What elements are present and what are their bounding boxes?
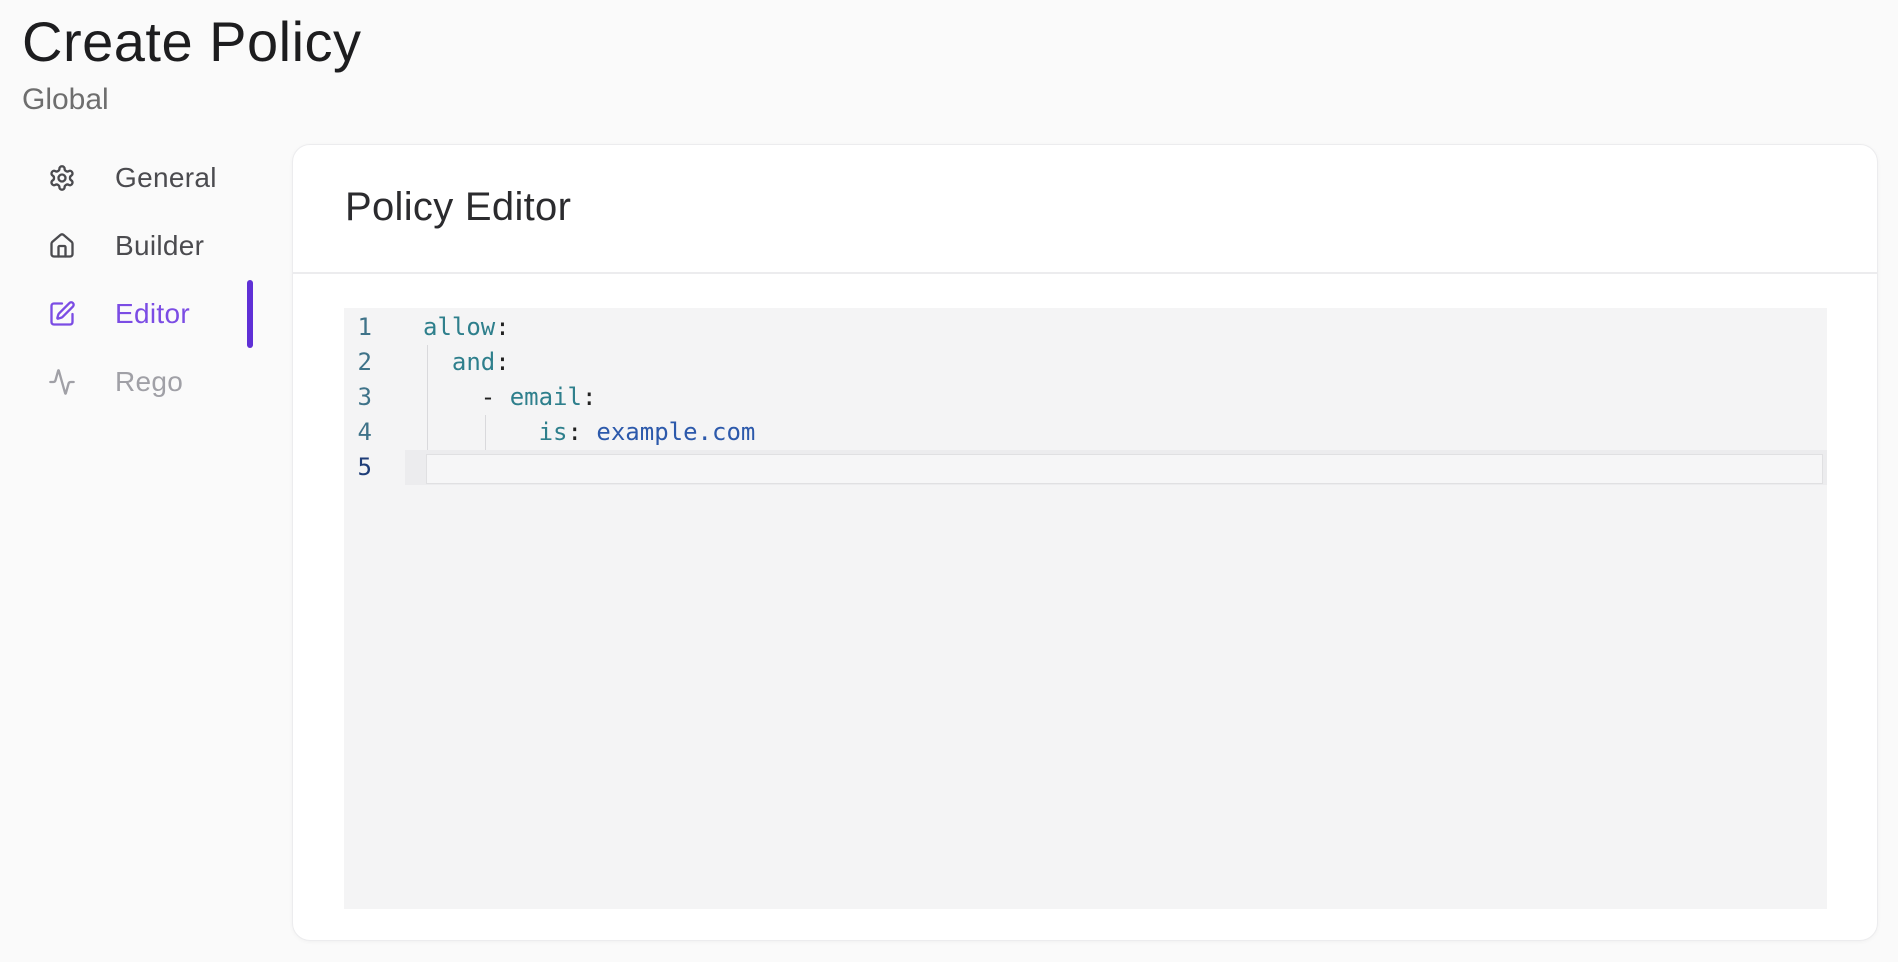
line-content: - email: — [405, 380, 1827, 415]
page-title: Create Policy — [22, 10, 1878, 74]
activity-icon — [48, 368, 76, 396]
policy-editor-card: Policy Editor 1 allow: 2 and: 3 - email:… — [292, 144, 1878, 941]
sidebar-item-general[interactable]: General — [22, 144, 253, 212]
card-title: Policy Editor — [345, 185, 571, 229]
line-number: 1 — [344, 310, 405, 345]
line-number: 5 — [344, 450, 405, 485]
code-token: is — [539, 418, 568, 446]
code-line: 4 is: example.com — [344, 415, 1827, 450]
content-area: General Builder — [22, 144, 1878, 941]
sidebar-item-label: Builder — [115, 230, 204, 262]
cursor-line-box — [426, 454, 1823, 484]
code-lines: 1 allow: 2 and: 3 - email: 4 is: example… — [344, 310, 1827, 485]
code-token: : — [495, 348, 509, 376]
code-token: allow — [423, 313, 495, 341]
card-header: Policy Editor — [293, 145, 1877, 274]
code-token — [582, 418, 596, 446]
code-token: : — [582, 383, 596, 411]
code-line: 1 allow: — [344, 310, 1827, 345]
line-number: 4 — [344, 415, 405, 450]
line-content: is: example.com — [405, 415, 1827, 450]
active-indicator-bar — [247, 280, 253, 348]
sidebar-item-builder[interactable]: Builder — [22, 212, 253, 280]
page-subtitle: Global — [22, 82, 1878, 118]
code-token — [495, 383, 509, 411]
line-content: and: — [405, 345, 1827, 380]
code-token: : — [568, 418, 582, 446]
code-token: - — [481, 383, 495, 411]
sidebar-item-editor[interactable]: Editor — [22, 280, 253, 348]
line-number: 2 — [344, 345, 405, 380]
card-body: 1 allow: 2 and: 3 - email: 4 is: example… — [293, 274, 1877, 909]
code-token: example.com — [596, 418, 755, 446]
code-token: : — [495, 313, 509, 341]
sidebar-item-label: Editor — [115, 298, 190, 330]
line-content: allow: — [405, 310, 1827, 345]
code-editor[interactable]: 1 allow: 2 and: 3 - email: 4 is: example… — [344, 308, 1827, 909]
sidebar-item-label: Rego — [115, 366, 183, 398]
code-line: 5 — [344, 450, 1827, 485]
settings-icon — [48, 164, 76, 192]
code-token: email — [510, 383, 582, 411]
code-token — [423, 418, 539, 446]
sidebar: General Builder — [22, 144, 253, 416]
code-token — [423, 348, 452, 376]
code-token: and — [452, 348, 495, 376]
code-line: 2 and: — [344, 345, 1827, 380]
code-token — [423, 383, 481, 411]
sidebar-item-label: General — [115, 162, 217, 194]
edit-icon — [48, 300, 76, 328]
create-policy-page: Create Policy Global General — [0, 0, 1898, 962]
line-content — [405, 450, 1827, 485]
sidebar-item-rego[interactable]: Rego — [22, 348, 253, 416]
home-icon — [48, 232, 76, 260]
code-line: 3 - email: — [344, 380, 1827, 415]
line-number: 3 — [344, 380, 405, 415]
